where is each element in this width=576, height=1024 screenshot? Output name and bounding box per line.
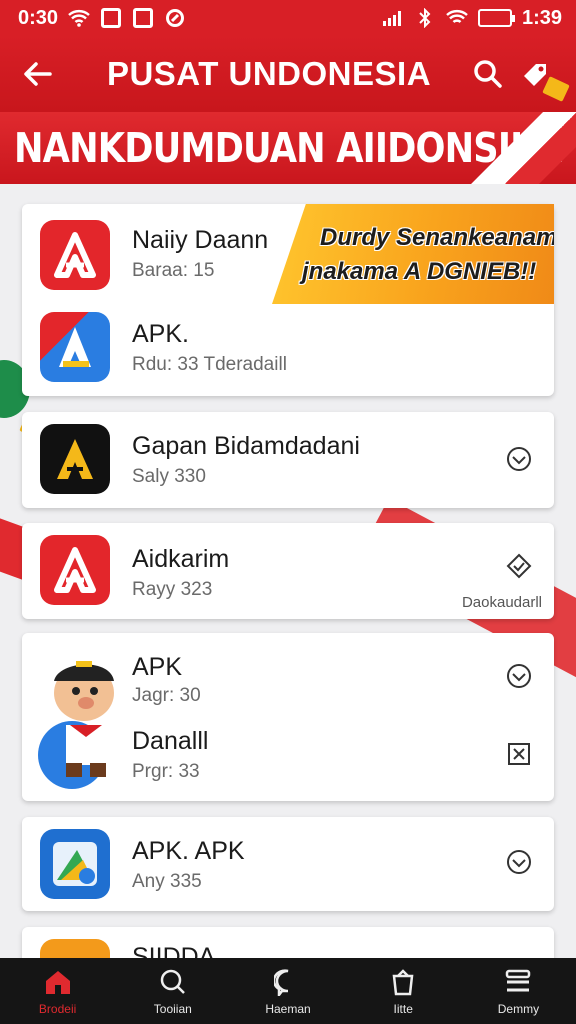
red-a-logo-icon bbox=[40, 535, 110, 605]
page-title: PUSAT UNDONESIA bbox=[106, 55, 432, 92]
blue-a-logo-icon bbox=[40, 312, 110, 382]
list-item[interactable]: Naiiy Daann Baraa: 15 bbox=[22, 204, 554, 304]
app-card: APK. APK Any 335 bbox=[22, 817, 554, 911]
search-button[interactable] bbox=[464, 50, 512, 98]
wifi-status-icon bbox=[446, 8, 468, 28]
arrow-left-icon bbox=[24, 62, 52, 86]
app-card: Durdy Senankeanam jnakama A DGNIEB!! Nai… bbox=[22, 204, 554, 396]
shield-check-icon[interactable] bbox=[504, 847, 534, 877]
nav-item-chat[interactable]: Haeman bbox=[230, 958, 345, 1024]
back-button[interactable] bbox=[16, 52, 60, 96]
list-item[interactable]: APK. Rdu: 33 Tderadaill bbox=[22, 304, 554, 394]
nav-item-home[interactable]: Brodeii bbox=[0, 958, 115, 1024]
hero-banner: NANKDUMDUAN AIIDONSIIIA bbox=[0, 112, 576, 184]
app-name: APK. APK bbox=[132, 837, 245, 865]
app-name: Aidkarim bbox=[132, 545, 230, 573]
app-card: Gapan Bidamdadani Saly 330 bbox=[22, 412, 554, 508]
list-item[interactable]: Danalll Prgr: 33 bbox=[22, 717, 554, 801]
search-icon bbox=[157, 966, 189, 998]
nav-label: Iitte bbox=[393, 1002, 413, 1016]
status-time-right: 1:39 bbox=[521, 6, 562, 29]
chat-icon bbox=[272, 966, 304, 998]
notification-box-icon bbox=[100, 8, 122, 28]
app-name: APK. bbox=[132, 320, 189, 348]
app-subtitle: Rayy 323 bbox=[132, 579, 213, 600]
nav-item-bag[interactable]: Iitte bbox=[346, 958, 461, 1024]
nav-label: Demmy bbox=[497, 1002, 540, 1016]
signal-icon bbox=[382, 8, 404, 28]
status-label: Daokaudarll bbox=[461, 594, 542, 611]
profile-icon bbox=[502, 966, 534, 998]
battery-icon bbox=[477, 9, 515, 27]
diamond-check-icon[interactable] bbox=[504, 551, 534, 581]
app-subtitle: Jagr: 30 bbox=[132, 685, 201, 706]
box-check-icon[interactable] bbox=[504, 739, 534, 769]
app-subtitle: Baraa: 15 bbox=[132, 260, 215, 281]
bag-icon bbox=[387, 966, 419, 998]
red-a-logo-icon bbox=[40, 220, 110, 290]
gold-a-logo-icon bbox=[40, 424, 110, 494]
app-subtitle: Any 335 bbox=[132, 871, 202, 892]
shield-check-icon[interactable] bbox=[504, 661, 534, 691]
home-icon bbox=[42, 966, 74, 998]
list-item[interactable]: APK. APK Any 335 bbox=[22, 817, 554, 911]
bluetooth-icon bbox=[414, 8, 436, 28]
map-app-icon bbox=[40, 829, 110, 899]
app-name: Danalll bbox=[132, 727, 209, 755]
app-subtitle: Rdu: 33 Tderadaill bbox=[132, 354, 287, 375]
nav-item-profile[interactable]: Demmy bbox=[461, 958, 576, 1024]
app-card: APK Jagr: 30 Danalll Prgr: 33 bbox=[22, 633, 554, 801]
app-subtitle: Saly 330 bbox=[132, 466, 206, 487]
nav-label: Haeman bbox=[265, 1002, 311, 1016]
app-name: APK bbox=[132, 653, 183, 681]
status-bar: 0:30 1:39 bbox=[0, 0, 576, 36]
nav-item-search[interactable]: Tooiian bbox=[115, 958, 230, 1024]
app-card: Aidkarim Rayy 323 Daokaudarll bbox=[22, 523, 554, 619]
app-subtitle: Prgr: 33 bbox=[132, 761, 200, 782]
wifi-icon bbox=[68, 8, 90, 28]
list-item[interactable]: Gapan Bidamdadani Saly 330 bbox=[22, 412, 554, 508]
app-name: Gapan Bidamdadani bbox=[132, 432, 360, 460]
list-item[interactable]: APK Jagr: 30 bbox=[22, 633, 554, 717]
nav-label: Tooiian bbox=[153, 1002, 192, 1016]
search-icon bbox=[474, 60, 502, 88]
shield-check-icon[interactable] bbox=[504, 444, 534, 474]
edit-box-icon bbox=[132, 8, 154, 28]
status-time-left: 0:30 bbox=[18, 6, 59, 29]
list-item[interactable]: Aidkarim Rayy 323 Daokaudarll bbox=[22, 523, 554, 619]
app-bar: PUSAT UNDONESIA bbox=[0, 36, 576, 112]
sync-icon bbox=[164, 8, 186, 28]
app-name: Naiiy Daann bbox=[132, 226, 269, 254]
banner-text: NANKDUMDUAN AIIDONSIIIA bbox=[14, 124, 562, 172]
bottom-navigation: Brodeii Tooiian Haeman Iitte Demmy bbox=[0, 958, 576, 1024]
nav-label: Brodeii bbox=[38, 1002, 77, 1016]
